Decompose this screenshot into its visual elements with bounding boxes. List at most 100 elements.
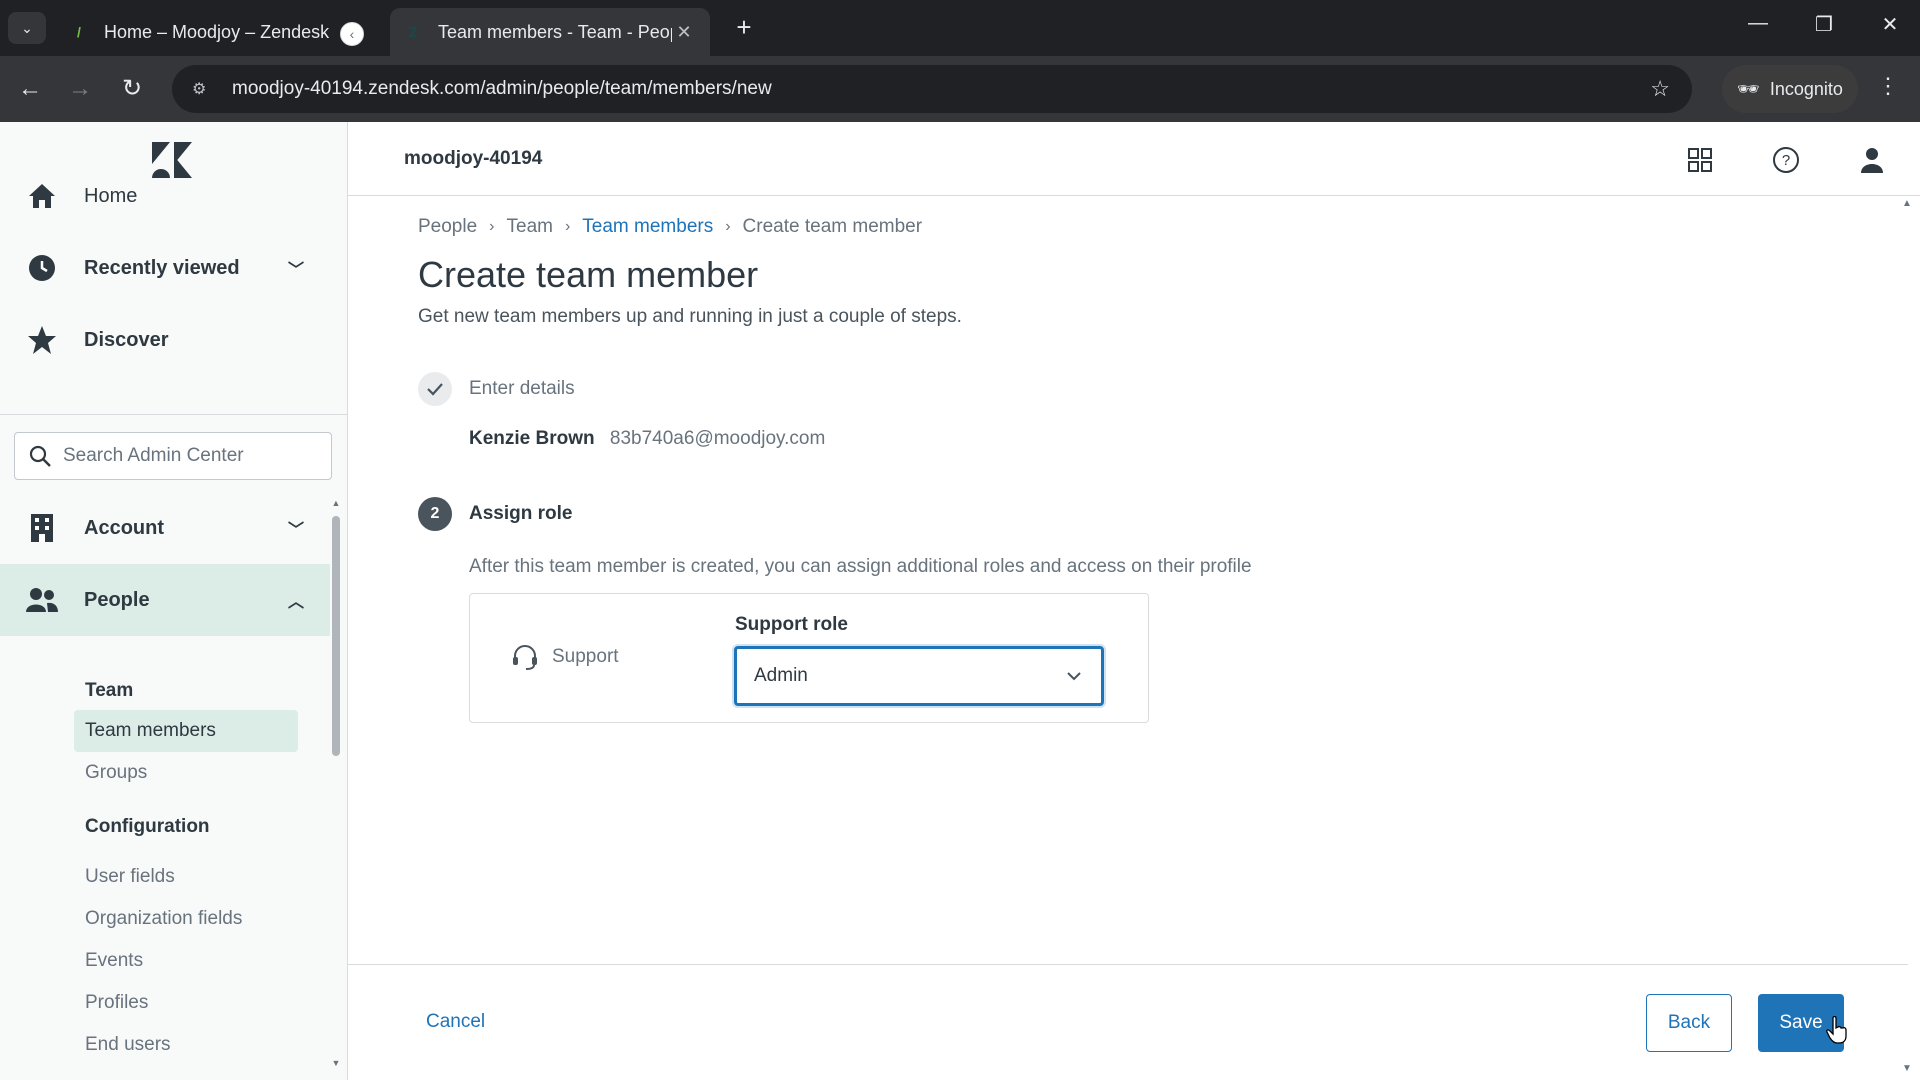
- breadcrumb-team-members[interactable]: Team members: [582, 216, 713, 238]
- search-admin-center-input[interactable]: Search Admin Center: [14, 432, 332, 480]
- scroll-down-icon[interactable]: ▼: [1902, 1063, 1912, 1074]
- collapse-sidebar-button[interactable]: ‹: [340, 22, 364, 46]
- nav-item-recently-viewed[interactable]: Recently viewed ﹀: [0, 232, 330, 304]
- user-avatar-icon[interactable]: [1856, 144, 1888, 176]
- tab-title: Home – Moodjoy – Zendesk: [104, 21, 330, 42]
- chevron-right-icon: ›: [564, 218, 571, 235]
- browser-menu-icon[interactable]: ⋮: [1876, 73, 1900, 99]
- nav-label: Account: [84, 516, 164, 539]
- step2-hint: After this team member is created, you c…: [469, 556, 1252, 577]
- people-icon: [26, 584, 58, 616]
- scroll-down-icon[interactable]: ▼: [330, 1058, 342, 1068]
- reload-icon[interactable]: ↻: [116, 73, 148, 105]
- footer-divider: [348, 964, 1908, 965]
- address-bar[interactable]: ⚙ moodjoy-40194.zendesk.com/admin/people…: [172, 65, 1692, 113]
- tab-search-button[interactable]: ⌄: [8, 12, 46, 44]
- new-tab-button[interactable]: +: [730, 14, 758, 42]
- chevron-down-icon: ⌄: [21, 19, 33, 36]
- sidebar-item-organization-fields[interactable]: Organization fields: [74, 898, 298, 940]
- zendesk-favicon-icon: Z: [408, 24, 418, 40]
- back-arrow-icon[interactable]: ←: [14, 73, 46, 105]
- search-icon: [29, 445, 51, 467]
- sidebar-item-events[interactable]: Events: [74, 940, 298, 982]
- nav-label: Home: [84, 184, 138, 207]
- chevron-down-icon: ﹀: [287, 262, 304, 279]
- incognito-label: Incognito: [1769, 78, 1843, 99]
- cancel-button[interactable]: Cancel: [426, 1011, 485, 1033]
- configuration-heading: Configuration: [85, 816, 210, 837]
- clock-icon: [26, 252, 58, 284]
- browser-tab[interactable]: / Home – Moodjoy – Zendesk ✕: [56, 8, 376, 56]
- top-header: moodjoy-40194 ?: [348, 122, 1920, 196]
- member-name: Kenzie Brown: [469, 428, 595, 449]
- url-text: moodjoy-40194.zendesk.com/admin/people/t…: [232, 78, 772, 99]
- breadcrumb-team[interactable]: Team: [507, 216, 553, 238]
- browser-tab-active[interactable]: Z Team members - Team - People ✕: [390, 8, 710, 56]
- role-assignment-card: Support Support role Admin: [469, 593, 1149, 723]
- nav-label: People: [84, 588, 150, 611]
- chevron-down-icon: ﹀: [287, 522, 304, 539]
- scroll-up-icon[interactable]: ▲: [1902, 198, 1912, 209]
- sidebar-item-profiles[interactable]: Profiles: [74, 982, 298, 1024]
- selected-role: Admin: [754, 665, 808, 686]
- building-icon: [26, 512, 58, 544]
- star-icon: [26, 324, 58, 356]
- step-number-badge: 2: [418, 497, 452, 531]
- product-support: Support: [512, 644, 619, 670]
- minimize-icon[interactable]: —: [1738, 12, 1778, 35]
- breadcrumb: People › Team › Team members › Create te…: [418, 216, 922, 238]
- scroll-up-icon[interactable]: ▲: [330, 498, 342, 508]
- sidebar-item-groups[interactable]: Groups: [74, 752, 298, 794]
- chevron-left-icon: ‹: [349, 26, 355, 42]
- step1-label: Enter details: [469, 378, 575, 399]
- forward-arrow-icon[interactable]: →: [64, 73, 96, 105]
- nav-label: Discover: [84, 328, 169, 351]
- page-description: Get new team members up and running in j…: [418, 306, 962, 327]
- product-label: Support: [552, 646, 619, 667]
- zendesk-favicon-icon: /: [77, 24, 81, 40]
- site-info-icon[interactable]: ⚙: [192, 79, 222, 99]
- breadcrumb-current: Create team member: [742, 216, 923, 237]
- help-icon[interactable]: ?: [1770, 144, 1802, 176]
- nav-item-people[interactable]: People ︿: [0, 564, 330, 636]
- sidebar-scrollbar[interactable]: ▲ ▼: [330, 498, 342, 1068]
- divider: [0, 414, 347, 415]
- main-scrollbar[interactable]: ▲ ▼: [1898, 196, 1918, 1080]
- scrollbar-thumb[interactable]: [332, 516, 340, 756]
- browser-tab-bar: ⌄ / Home – Moodjoy – Zendesk ✕ Z Team me…: [0, 0, 1920, 56]
- team-heading: Team: [85, 680, 134, 701]
- restore-icon[interactable]: ❐: [1804, 12, 1844, 37]
- sidebar-item-user-fields[interactable]: User fields: [74, 856, 298, 898]
- entered-details: Kenzie Brown 83b740a6@moodjoy.com: [469, 428, 825, 450]
- nav-item-account[interactable]: Account ﹀: [0, 492, 330, 564]
- support-role-label: Support role: [735, 614, 848, 635]
- chevron-right-icon: ›: [725, 218, 731, 235]
- incognito-badge[interactable]: 🕶 Incognito: [1722, 65, 1858, 113]
- home-icon: [26, 180, 58, 212]
- hand-cursor-icon: [1826, 1016, 1847, 1044]
- page-title: Create team member: [418, 254, 759, 295]
- member-email: 83b740a6@moodjoy.com: [609, 428, 826, 449]
- nav-item-home[interactable]: Home: [0, 160, 330, 232]
- browser-toolbar: ← → ↻ ⚙ moodjoy-40194.zendesk.com/admin/…: [0, 56, 1920, 122]
- chevron-down-icon: [1067, 672, 1081, 681]
- checkmark-icon: [427, 383, 443, 396]
- window-close-icon[interactable]: ✕: [1870, 12, 1910, 37]
- main-content: People › Team › Team members › Create te…: [348, 196, 1908, 1080]
- product-tray-icon[interactable]: [1684, 144, 1716, 176]
- sidebar-item-end-users[interactable]: End users: [74, 1024, 298, 1066]
- incognito-icon: 🕶: [1737, 78, 1760, 99]
- support-role-select[interactable]: Admin: [734, 646, 1104, 706]
- tab-title: Team members - Team - People: [438, 21, 672, 42]
- search-placeholder: Search Admin Center: [63, 445, 244, 466]
- step-complete-indicator: [418, 372, 452, 406]
- chevron-right-icon: ›: [489, 218, 495, 235]
- bookmark-star-icon[interactable]: ☆: [1650, 76, 1670, 102]
- back-button[interactable]: Back: [1646, 994, 1732, 1052]
- step2-label: Assign role: [469, 503, 573, 524]
- nav-item-discover[interactable]: Discover: [0, 304, 330, 376]
- breadcrumb-people[interactable]: People: [418, 216, 477, 238]
- sidebar-item-team-members[interactable]: Team members: [74, 710, 298, 752]
- close-icon[interactable]: ✕: [672, 22, 696, 43]
- account-subdomain: moodjoy-40194: [404, 148, 543, 169]
